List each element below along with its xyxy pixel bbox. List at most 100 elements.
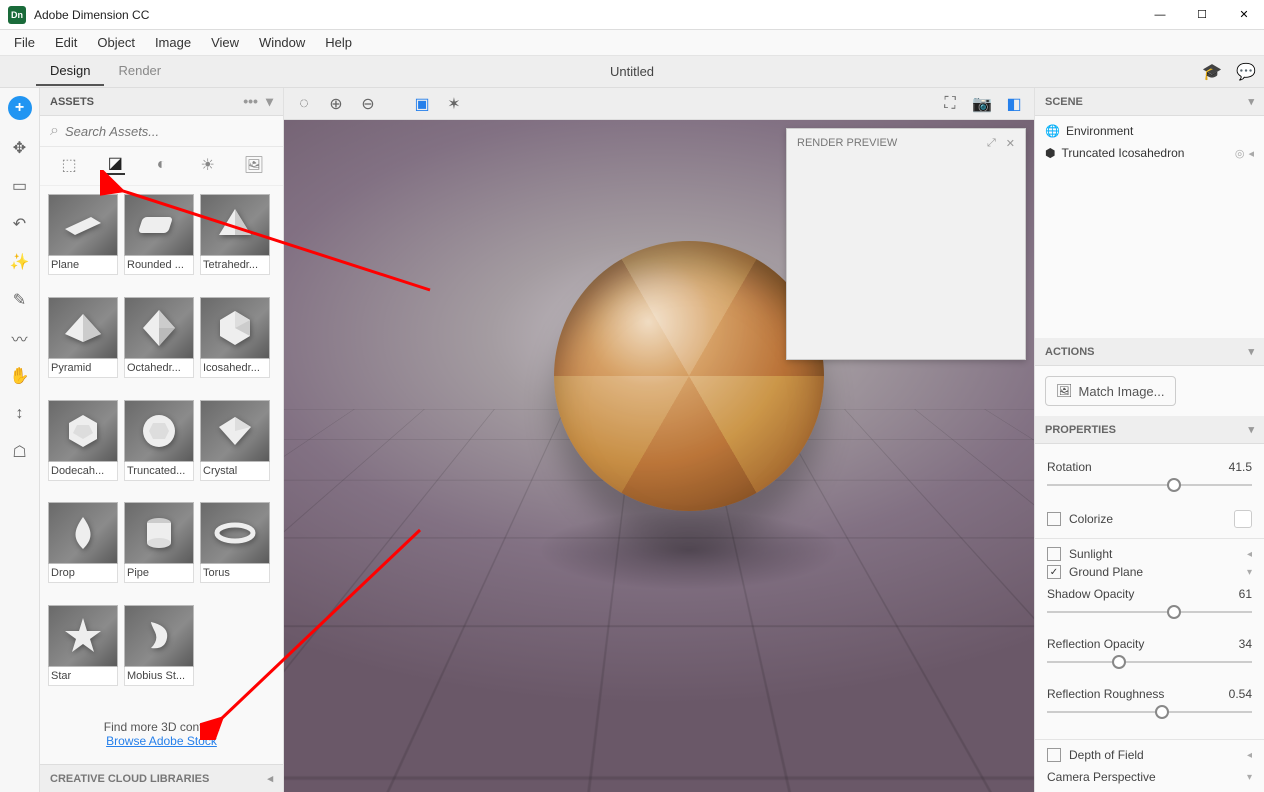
scene-menu-icon[interactable]: ▾ [1248,95,1254,108]
asset-label: Star [48,667,118,686]
snap-icon[interactable]: ✶ [442,92,466,116]
asset-label: Octahedr... [124,359,194,378]
visibility-icon[interactable]: ◎ [1235,147,1245,160]
undo-icon[interactable]: ↶ [10,214,30,234]
rotation-slider[interactable] [1047,478,1252,492]
asset-tetrahedron[interactable]: Tetrahedr... [200,194,270,291]
properties-menu-icon[interactable]: ▾ [1248,423,1254,436]
tab-render[interactable]: Render [104,57,175,86]
dolly-tool-icon[interactable]: ↕ [10,404,30,424]
lasso-tool-icon[interactable]: 〰 [10,328,30,348]
scene-row-environment[interactable]: 🌐 Environment [1035,120,1264,142]
colorize-label: Colorize [1069,512,1113,526]
eyedropper-tool-icon[interactable]: ✎ [10,290,30,310]
asset-octahedron[interactable]: Octahedr... [124,297,194,394]
fullscreen-icon[interactable]: ⛶ [938,92,962,116]
menu-view[interactable]: View [201,32,249,53]
render-icon[interactable]: ◧ [1002,92,1026,116]
chevron-left-icon[interactable]: ◂ [1247,750,1252,761]
chevron-left-icon[interactable]: ◂ [1248,147,1254,160]
chevron-left-icon[interactable]: ◂ [1247,549,1252,560]
chevron-down-icon[interactable]: ▾ [1247,567,1252,578]
colorize-swatch[interactable] [1234,510,1252,528]
asset-plane[interactable]: Plane [48,194,118,291]
expand-icon[interactable]: ⤢ [987,137,996,150]
feedback-icon[interactable]: 💬 [1236,62,1256,82]
render-preview-panel[interactable]: RENDER PREVIEW ⤢ ✕ [786,128,1026,360]
menu-help[interactable]: Help [315,32,362,53]
search-input[interactable] [65,124,273,139]
match-image-label: Match Image... [1079,384,1165,399]
rotation-value[interactable]: 41.5 [1229,460,1252,474]
filter-materials-icon[interactable]: ◐ [151,155,171,175]
truncated-icosahedron-object[interactable] [554,241,824,511]
assets-search[interactable]: ⌕ [40,116,283,147]
learn-icon[interactable]: 🎓 [1202,62,1222,82]
asset-torus[interactable]: Torus [200,502,270,599]
asset-rounded[interactable]: Rounded ... [124,194,194,291]
depth-of-field-label: Depth of Field [1069,748,1144,762]
asset-crystal[interactable]: Crystal [200,400,270,497]
browse-stock-link[interactable]: Browse Adobe Stock [106,734,217,748]
add-button[interactable]: + [8,96,32,120]
asset-dodecahedron[interactable]: Dodecah... [48,400,118,497]
cc-libraries-label: CREATIVE CLOUD LIBRARIES [50,773,209,785]
depth-of-field-checkbox[interactable]: Depth of Field [1047,748,1144,762]
assets-footer: Find more 3D content Browse Adobe Stock [40,710,283,764]
assets-footer-text: Find more 3D content [40,720,283,734]
chevron-left-icon: ◂ [267,772,273,785]
reflection-roughness-value[interactable]: 0.54 [1229,687,1252,701]
match-image-button[interactable]: 🖼 Match Image... [1045,376,1176,406]
horizon-tool-icon[interactable]: ☖ [10,442,30,462]
sunlight-checkbox[interactable]: Sunlight [1047,547,1112,561]
camera-icon[interactable]: 📷 [970,92,994,116]
select-tool-icon[interactable]: ✥ [10,138,30,158]
maximize-button[interactable]: ☐ [1190,3,1214,27]
shadow-opacity-value[interactable]: 61 [1239,587,1252,601]
asset-pyramid[interactable]: Pyramid [48,297,118,394]
assets-collapse-icon[interactable]: ▾ [266,93,273,110]
asset-icosahedron[interactable]: Icosahedr... [200,297,270,394]
remove-select-icon[interactable]: ⊖ [356,92,380,116]
reflection-roughness-slider[interactable] [1047,705,1252,719]
filter-starter-icon[interactable]: ⬚ [59,155,79,175]
viewport[interactable]: RENDER PREVIEW ⤢ ✕ [284,120,1034,792]
frame-icon[interactable]: ▣ [410,92,434,116]
shadow-opacity-slider[interactable] [1047,605,1252,619]
asset-drop[interactable]: Drop [48,502,118,599]
tab-design[interactable]: Design [36,57,104,86]
ground-plane-checkbox[interactable]: ✓Ground Plane [1047,565,1143,579]
colorize-checkbox[interactable]: Colorize [1047,512,1113,526]
close-button[interactable]: ✕ [1232,3,1256,27]
add-select-icon[interactable]: ⊕ [324,92,348,116]
cc-libraries-header[interactable]: CREATIVE CLOUD LIBRARIES ◂ [40,764,283,792]
filter-lights-icon[interactable]: ☀ [198,155,218,175]
asset-label: Icosahedr... [200,359,270,378]
menu-object[interactable]: Object [87,32,145,53]
reflection-opacity-value[interactable]: 34 [1239,637,1252,651]
actions-menu-icon[interactable]: ▾ [1248,345,1254,358]
sunlight-label: Sunlight [1069,547,1112,561]
reflection-opacity-slider[interactable] [1047,655,1252,669]
asset-pipe[interactable]: Pipe [124,502,194,599]
minimize-button[interactable]: — [1148,3,1172,27]
filter-images-icon[interactable]: 🖼 [244,155,264,175]
assets-menu-icon[interactable]: ••• [243,93,258,110]
scene-row-object[interactable]: ⬢ Truncated Icosahedron ◎◂ [1035,142,1264,164]
menu-edit[interactable]: Edit [45,32,87,53]
asset-mobius[interactable]: Mobius St... [124,605,194,702]
filter-models-icon[interactable]: ◪ [105,155,125,175]
left-toolbar: + ✥ ▭ ↶ ✨ ✎ 〰 ✋ ↕ ☖ [0,88,40,792]
menu-file[interactable]: File [4,32,45,53]
close-icon[interactable]: ✕ [1006,137,1015,150]
wand-tool-icon[interactable]: ✨ [10,252,30,272]
asset-star[interactable]: Star [48,605,118,702]
asset-grid: Plane Rounded ... Tetrahedr... Pyramid O… [40,186,283,710]
rect-tool-icon[interactable]: ▭ [10,176,30,196]
menu-image[interactable]: Image [145,32,201,53]
asset-truncated[interactable]: Truncated... [124,400,194,497]
hand-tool-icon[interactable]: ✋ [10,366,30,386]
select-mode-icon[interactable]: ◌ [292,92,316,116]
chevron-down-icon[interactable]: ▾ [1247,772,1252,783]
menu-window[interactable]: Window [249,32,315,53]
